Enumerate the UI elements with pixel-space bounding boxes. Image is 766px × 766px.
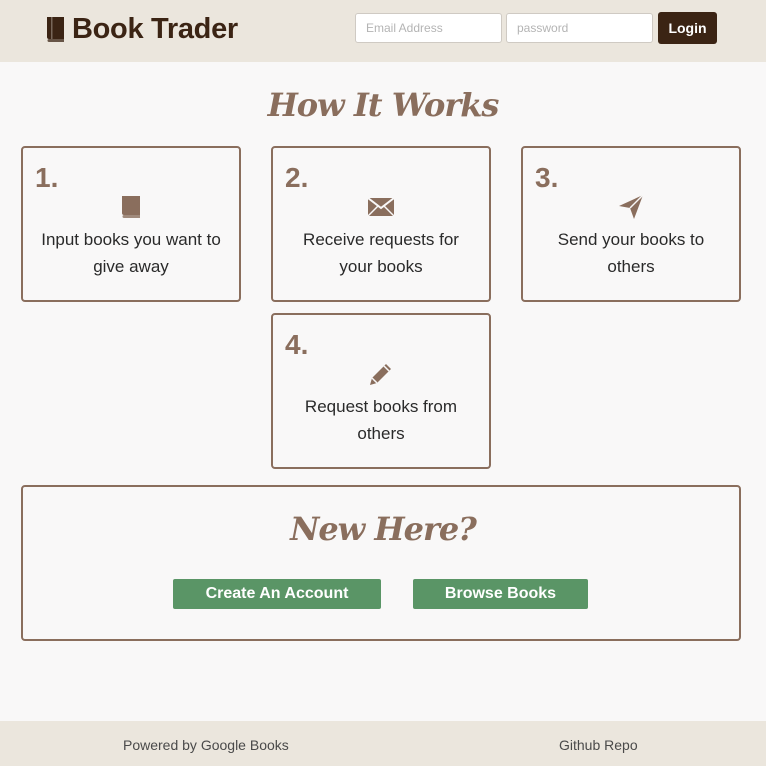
google-books-link[interactable]: Powered by Google Books [123,737,289,753]
step-number: 2. [285,162,309,193]
step-number: 1. [35,162,59,193]
paper-plane-icon [523,194,739,220]
pencil-icon [273,361,489,387]
browse-books-button[interactable]: Browse Books [413,579,588,609]
step-number: 3. [535,162,559,193]
github-repo-link[interactable]: Github Repo [559,737,638,753]
step-card: 2. Receive requests for your books [271,146,491,302]
envelope-icon [273,194,489,220]
brand[interactable]: Book Trader [44,12,238,46]
book-icon [23,194,239,220]
brand-name: Book Trader [72,12,238,45]
how-it-works-title: How It Works [267,86,500,124]
book-icon [44,15,68,43]
step-card: 1. Input books you want to give away [21,146,241,302]
step-text: Input books you want to give away [41,230,221,276]
new-here-title: New Here? [290,510,477,548]
step-text: Send your books to others [557,230,705,276]
password-field[interactable] [506,13,653,43]
footer: Powered by Google Books Github Repo [0,721,766,766]
email-field[interactable] [355,13,502,43]
navbar: Book Trader Login [0,0,766,62]
new-here-panel [21,485,741,641]
step-card: 3. Send your books to others [521,146,741,302]
step-card: 4. Request books from others [271,313,491,469]
step-text: Receive requests for your books [303,230,459,276]
login-button[interactable]: Login [658,12,717,44]
step-text: Request books from others [304,397,458,443]
step-number: 4. [285,329,309,360]
create-account-button[interactable]: Create An Account [173,579,381,609]
